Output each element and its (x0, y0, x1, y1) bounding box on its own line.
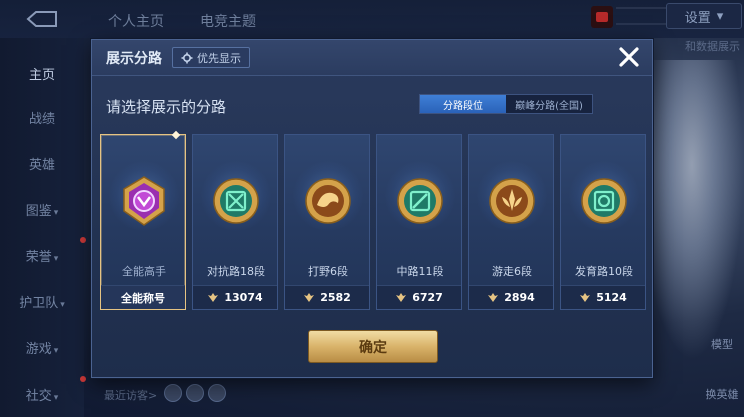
lane-card-roam[interactable]: 游走6段 2894 (468, 134, 554, 310)
sidebar-item-honor[interactable]: 荣誉 ▾ (0, 246, 84, 265)
model-shortcut[interactable]: 模型 (700, 336, 744, 352)
notification-dot (80, 237, 86, 243)
lane-cards: 全能高手 全能称号 对抗路18段 13074 打野6段 2582 中路11段 6… (100, 130, 646, 310)
avatar[interactable] (164, 384, 182, 402)
power-wing-icon (396, 292, 407, 302)
dialog-header: 展示分路 优先显示 (92, 40, 652, 76)
power-wing-icon (208, 292, 219, 302)
mid-lane-emblem-icon (397, 178, 443, 224)
lane-label: 对抗路18段 (207, 265, 265, 278)
lane-stat-value: 2582 (320, 291, 351, 304)
lane-stat: 6727 (377, 285, 461, 309)
notification-dot (80, 376, 86, 382)
team-logo-icon (591, 6, 613, 28)
jungle-emblem-icon (305, 178, 351, 224)
lane-card-clash[interactable]: 对抗路18段 13074 (192, 134, 278, 310)
lane-label: 中路11段 (396, 265, 444, 278)
lane-card-allround[interactable]: 全能高手 全能称号 (100, 130, 186, 310)
logo-caption (616, 7, 666, 25)
farm-lane-emblem-icon (581, 178, 627, 224)
lane-stat: 13074 (193, 285, 277, 309)
lane-stat-value: 2894 (504, 291, 535, 304)
roam-emblem-icon (489, 178, 535, 224)
tab-personal-home[interactable]: 个人主页 (108, 11, 164, 31)
lane-display-dialog: 展示分路 优先显示 请选择展示的分路 分路段位 巅峰分路(全国) 全能高手 全能… (91, 39, 653, 378)
purple-allround-emblem-icon (123, 176, 165, 226)
sidebar-item-games[interactable]: 游戏 ▾ (0, 338, 84, 357)
sidebar-item-record[interactable]: 战绩 (0, 108, 84, 127)
tab-esports-theme[interactable]: 电竞主题 (200, 11, 256, 31)
gear-icon (181, 52, 193, 63)
priority-display-button[interactable]: 优先显示 (172, 47, 250, 68)
sidebar-item-codex[interactable]: 图鉴 ▾ (0, 200, 84, 219)
chevron-down-icon: ▾ (716, 8, 724, 24)
confirm-button[interactable]: 确定 (308, 330, 438, 363)
priority-display-label: 优先显示 (197, 51, 241, 65)
lane-label: 发育路10段 (575, 265, 633, 278)
change-hero-shortcut[interactable]: 换英雄 (700, 386, 744, 402)
lane-stat-value: 13074 (224, 291, 263, 304)
lane-stat: 2582 (285, 285, 369, 309)
sidebar: 主页 战绩 英雄 图鉴 ▾ 荣誉 ▾ 护卫队 ▾ 游戏 ▾ 社交 ▾ (0, 38, 84, 417)
lane-stat: 5124 (561, 285, 645, 309)
selected-sparkle-icon (171, 130, 181, 140)
power-wing-icon (580, 292, 591, 302)
hero-character-art (640, 60, 744, 360)
lane-card-jungle[interactable]: 打野6段 2582 (284, 134, 370, 310)
lane-label: 打野6段 (308, 265, 348, 278)
sidebar-item-guard-team[interactable]: 护卫队 ▾ (0, 292, 84, 311)
back-icon[interactable] (22, 8, 62, 30)
lane-stat: 全能称号 (101, 285, 185, 309)
lane-card-farm[interactable]: 发育路10段 5124 (560, 134, 646, 310)
lane-label: 游走6段 (492, 265, 532, 278)
lane-stat-value: 5124 (596, 291, 627, 304)
lane-card-mid[interactable]: 中路11段 6727 (376, 134, 462, 310)
settings-button[interactable]: 设置 ▾ (666, 3, 742, 29)
close-icon[interactable] (616, 44, 642, 70)
toggle-lane-rank[interactable]: 分路段位 (420, 95, 506, 113)
lane-stat-value: 全能称号 (121, 291, 165, 305)
recent-visitors-link[interactable]: 最近访客> (104, 387, 157, 403)
toggle-peak-lane-national[interactable]: 巅峰分路(全国) (506, 95, 592, 113)
avatar[interactable] (186, 384, 204, 402)
settings-label: 设置 (684, 10, 711, 26)
select-lane-prompt: 请选择展示的分路 (106, 98, 227, 116)
clash-lane-emblem-icon (213, 178, 259, 224)
sidebar-item-home[interactable]: 主页 (0, 64, 84, 83)
lane-stat: 2894 (469, 285, 553, 309)
sidebar-item-heroes[interactable]: 英雄 (0, 154, 84, 173)
power-wing-icon (304, 292, 315, 302)
lane-stat-value: 6727 (412, 291, 443, 304)
avatar[interactable] (208, 384, 226, 402)
sidebar-item-social[interactable]: 社交 ▾ (0, 385, 84, 404)
power-wing-icon (488, 292, 499, 302)
data-display-hint: 和数据展示 (685, 40, 740, 53)
lane-label: 全能高手 (122, 265, 166, 278)
lane-mode-toggle: 分路段位 巅峰分路(全国) (419, 94, 593, 114)
dialog-title: 展示分路 (106, 51, 162, 67)
